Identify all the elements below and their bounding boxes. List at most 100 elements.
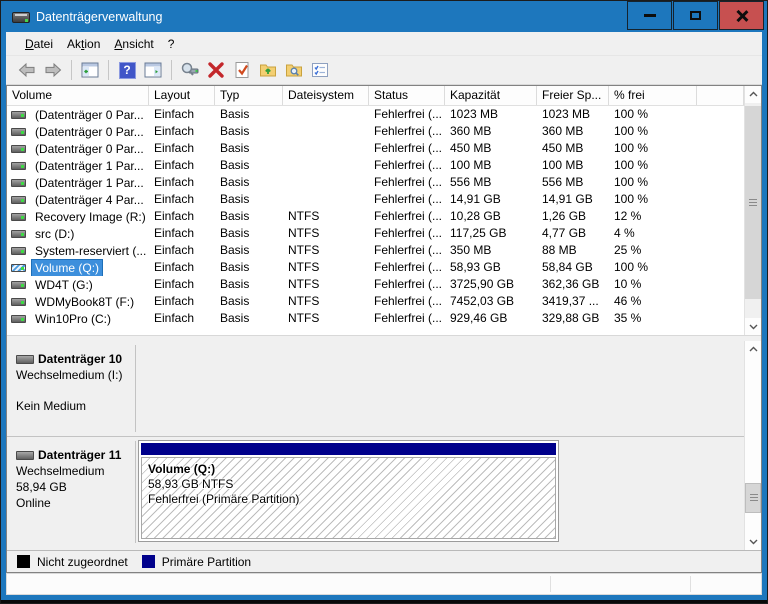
disk-graphical-pane: Datenträger 10 Wechselmedium (I:) Kein M… [7, 341, 761, 550]
column-header-freier-sp[interactable]: Freier Sp... [537, 86, 609, 105]
partition-body[interactable]: Volume (Q:) 58,93 GB NTFS Fehlerfrei (Pr… [141, 457, 556, 539]
cell-status: Fehlerfrei (... [374, 294, 443, 308]
table-row[interactable]: src (D:) Einfach Basis NTFS Fehlerfrei (… [7, 225, 744, 242]
table-row[interactable]: WDMyBook8T (F:) Einfach Basis NTFS Fehle… [7, 293, 744, 310]
cell-kapazitaet: 360 MB [450, 124, 492, 138]
column-header-pct-frei[interactable]: % frei [609, 86, 697, 105]
column-header-kapazitaet[interactable]: Kapazität [445, 86, 537, 105]
column-header-typ[interactable]: Typ [215, 86, 283, 105]
minimize-icon [643, 14, 656, 17]
statusbar-separator [690, 576, 691, 592]
volume-name: WD4T (G:) [35, 277, 93, 292]
column-header-status[interactable]: Status [369, 86, 445, 105]
disk-media: Wechselmedium (I:) [16, 368, 123, 382]
volume-name: System-reserviert (... [35, 243, 147, 258]
cell-layout: Einfach [154, 260, 195, 274]
disk-row-10: Datenträger 10 Wechselmedium (I:) Kein M… [7, 341, 761, 437]
menu-ansicht[interactable]: Ansicht [107, 35, 160, 53]
disk-properties-icon[interactable] [178, 58, 202, 82]
partition-q[interactable]: Volume (Q:) 58,93 GB NTFS Fehlerfrei (Pr… [138, 440, 559, 542]
cell-status: Fehlerfrei (... [374, 226, 443, 240]
volume-table-body: (Datenträger 0 Par... Einfach Basis Fehl… [7, 106, 744, 327]
close-button[interactable] [719, 1, 764, 30]
column-header-dateisystem[interactable]: Dateisystem [283, 86, 369, 105]
table-row[interactable]: Recovery Image (R:) Einfach Basis NTFS F… [7, 208, 744, 225]
back-icon[interactable] [15, 58, 39, 82]
cell-kapazitaet: 7452,03 GB [450, 294, 515, 308]
maximize-button[interactable] [673, 1, 718, 30]
cell-kapazitaet: 1023 MB [450, 107, 499, 121]
cell-layout: Einfach [154, 107, 195, 121]
table-row[interactable]: WD4T (G:) Einfach Basis NTFS Fehlerfrei … [7, 276, 744, 293]
cell-status: Fehlerfrei (... [374, 192, 443, 206]
scrollbar-up-icon[interactable] [745, 86, 761, 103]
checklist-icon[interactable] [308, 58, 332, 82]
volume-icon [11, 161, 26, 170]
column-header-volume[interactable]: Volume [7, 86, 149, 105]
disk-10-info[interactable]: Datenträger 10 Wechselmedium (I:) Kein M… [10, 345, 136, 432]
scrollbar-down-icon[interactable] [745, 318, 761, 335]
cell-kapazitaet: 3725,90 GB [450, 277, 515, 291]
column-header-layout[interactable]: Layout [149, 86, 215, 105]
table-row[interactable]: Volume (Q:) Einfach Basis NTFS Fehlerfre… [7, 259, 744, 276]
table-row[interactable]: (Datenträger 1 Par... Einfach Basis Fehl… [7, 157, 744, 174]
cell-prozent-frei: 100 % [614, 107, 649, 121]
cell-typ: Basis [220, 107, 250, 121]
volume-name: Win10Pro (C:) [35, 311, 112, 326]
cell-prozent-frei: 100 % [614, 260, 649, 274]
scrollbar-down-icon[interactable] [745, 533, 761, 550]
folder-up-icon[interactable] [256, 58, 280, 82]
cell-status: Fehlerfrei (... [374, 311, 443, 325]
cell-status: Fehlerfrei (... [374, 107, 443, 121]
delete-icon[interactable] [204, 58, 228, 82]
disk-name: Datenträger 10 [38, 352, 123, 366]
column-header-filler [697, 86, 744, 105]
forward-icon[interactable] [41, 58, 65, 82]
volume-icon [11, 144, 26, 153]
volume-name: Recovery Image (R:) [35, 209, 146, 224]
help-icon[interactable]: ? [115, 58, 139, 82]
cell-kapazitaet: 350 MB [450, 243, 492, 257]
scrollbar-thumb[interactable] [745, 106, 761, 299]
minimize-button[interactable] [627, 1, 672, 30]
cell-layout: Einfach [154, 311, 195, 325]
cell-typ: Basis [220, 192, 250, 206]
scrollbar-thumb[interactable] [745, 483, 761, 513]
table-row[interactable]: Win10Pro (C:) Einfach Basis NTFS Fehlerf… [7, 310, 744, 327]
cell-typ: Basis [220, 175, 250, 189]
disk-pane-scrollbar[interactable] [744, 341, 761, 550]
legend-unallocated-label: Nicht zugeordnet [37, 554, 128, 569]
table-row[interactable]: System-reserviert (... Einfach Basis NTF… [7, 242, 744, 259]
volume-list-scrollbar[interactable] [744, 86, 761, 335]
cell-dateisystem [283, 174, 369, 191]
menu-datei[interactable]: Datei [18, 35, 60, 53]
show-action-pane-icon[interactable] [141, 58, 165, 82]
volume-name: src (D:) [35, 226, 75, 241]
table-row[interactable]: (Datenträger 4 Par... Einfach Basis Fehl… [7, 191, 744, 208]
cell-freier-speicher: 3419,37 ... [542, 294, 599, 308]
disk-11-info[interactable]: Datenträger 11 Wechselmedium 58,94 GB On… [10, 441, 136, 543]
close-icon [736, 10, 747, 21]
folder-search-icon[interactable] [282, 58, 306, 82]
cell-dateisystem: NTFS [288, 311, 320, 325]
table-row[interactable]: (Datenträger 1 Par... Einfach Basis Fehl… [7, 174, 744, 191]
cell-typ: Basis [220, 141, 250, 155]
partition-color-bar [141, 443, 556, 455]
menu-help[interactable]: ? [161, 35, 182, 53]
window-bottom-edge [1, 600, 767, 603]
menu-aktion[interactable]: Aktion [60, 35, 107, 53]
toolbar-separator [171, 60, 172, 80]
cell-status: Fehlerfrei (... [374, 260, 443, 274]
volume-name: (Datenträger 0 Par... [35, 141, 144, 156]
legend-primary-label: Primäre Partition [161, 554, 252, 569]
scrollbar-up-icon[interactable] [745, 341, 761, 358]
table-row[interactable]: (Datenträger 0 Par... Einfach Basis Fehl… [7, 140, 744, 157]
cell-status: Fehlerfrei (... [374, 124, 443, 138]
check-document-icon[interactable] [230, 58, 254, 82]
table-row[interactable]: (Datenträger 0 Par... Einfach Basis Fehl… [7, 106, 744, 123]
cell-layout: Einfach [154, 243, 195, 257]
cell-prozent-frei: 100 % [614, 141, 649, 155]
show-console-tree-icon[interactable] [78, 58, 102, 82]
console-area: Volume Layout Typ Dateisystem Status Kap… [6, 85, 762, 573]
table-row[interactable]: (Datenträger 0 Par... Einfach Basis Fehl… [7, 123, 744, 140]
